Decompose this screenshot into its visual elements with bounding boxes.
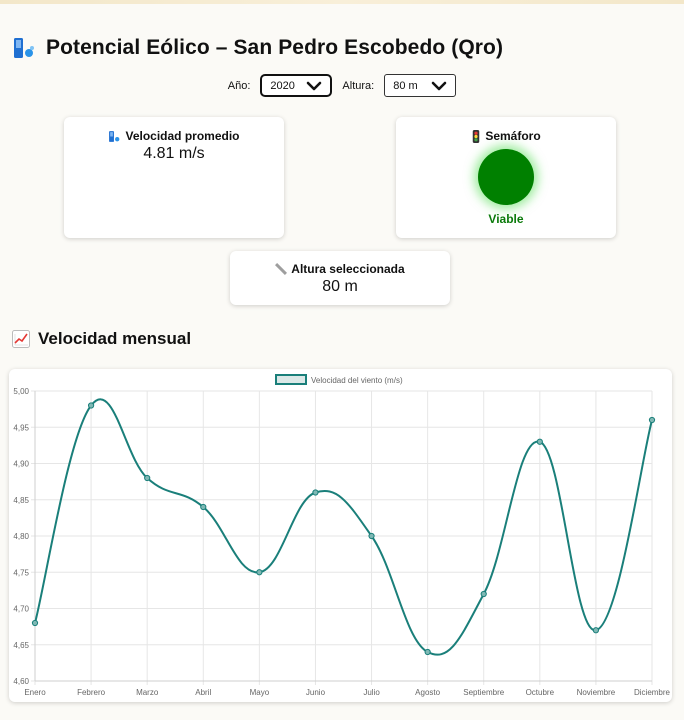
chevron-down-icon xyxy=(431,81,447,90)
avg-speed-value: 4.81 m/s xyxy=(143,145,205,162)
y-tick-label: 4,75 xyxy=(13,568,29,577)
section-title: Velocidad mensual xyxy=(38,329,192,348)
section-header: Velocidad mensual xyxy=(12,329,191,349)
chevron-down-icon xyxy=(307,81,322,90)
x-tick-label: Noviembre xyxy=(577,688,616,697)
traffic-light-icon xyxy=(473,129,480,143)
height-card-title: Altura seleccionada xyxy=(291,262,405,276)
avg-speed-title: Velocidad promedio xyxy=(125,129,240,143)
data-point xyxy=(256,569,263,576)
y-tick-label: 5,00 xyxy=(13,387,29,396)
page-title: Potencial Eólico – San Pedro Escobedo (Q… xyxy=(46,36,504,59)
x-tick-label: Mayo xyxy=(250,688,270,697)
y-tick-label: 4,65 xyxy=(13,641,29,650)
height-select[interactable]: 80 m xyxy=(384,74,457,97)
data-point xyxy=(424,648,431,656)
y-tick-label: 4,95 xyxy=(13,423,29,432)
data-point xyxy=(592,627,600,634)
chart-card: 5,00 4,95 4,90 4,85 4,80 4,75 4,70 4,65 4,60 Ener… xyxy=(9,369,672,702)
height-card: Altura seleccionada 80 m xyxy=(230,251,450,305)
x-tick-label: Octubre xyxy=(526,688,555,697)
legend-label: Velocidad del viento (m/s) xyxy=(311,376,403,385)
data-point xyxy=(31,619,39,627)
x-tick-label: Abril xyxy=(195,688,211,697)
x-tick-label: Marzo xyxy=(136,688,159,697)
wind-icon xyxy=(109,130,120,142)
semaforo-title: Semáforo xyxy=(485,129,541,143)
wind-icon xyxy=(12,36,36,60)
top-strip xyxy=(0,0,684,4)
x-tick-label: Diciembre xyxy=(634,688,671,697)
chart-increasing-icon xyxy=(12,330,30,348)
legend-swatch xyxy=(275,374,307,385)
year-select-value: 2020 xyxy=(270,79,295,92)
height-label: Altura: xyxy=(342,79,375,92)
x-tick-label: Agosto xyxy=(415,688,440,697)
semaforo-card: Semáforo Viable xyxy=(396,117,616,238)
data-point xyxy=(368,532,375,540)
x-tick-label: Julio xyxy=(363,688,380,697)
wind-speed-chart: 5,00 4,95 4,90 4,85 4,80 4,75 4,70 4,65 4,60 Ener… xyxy=(13,374,671,697)
y-tick-label: 4,80 xyxy=(13,532,29,541)
series-line xyxy=(34,398,653,656)
height-select-value: 80 m xyxy=(393,79,418,92)
status-badge: Viable xyxy=(488,212,524,226)
year-select[interactable]: 2020 xyxy=(260,74,333,97)
page-header: Potencial Eólico – San Pedro Escobedo (Q… xyxy=(12,34,503,62)
data-point xyxy=(312,489,319,496)
y-tick-label: 4,90 xyxy=(13,460,29,469)
y-tick-label: 4,60 xyxy=(13,677,29,686)
filter-controls: Año: 2020 Altura: 80 m xyxy=(0,74,684,97)
ruler-icon xyxy=(275,263,288,275)
data-point xyxy=(200,503,207,511)
y-tick-label: 4,85 xyxy=(13,496,29,505)
height-card-value: 80 m xyxy=(322,278,358,295)
x-tick-label: Febrero xyxy=(77,688,106,697)
data-point xyxy=(87,402,95,409)
x-tick-label: Junio xyxy=(306,688,326,697)
data-point xyxy=(536,438,543,445)
status-light xyxy=(478,149,534,205)
x-tick-label: Septiembre xyxy=(463,688,504,697)
avg-speed-card: Velocidad promedio 4.81 m/s xyxy=(64,117,284,238)
year-label: Año: xyxy=(227,79,251,92)
x-tick-label: Enero xyxy=(24,688,46,697)
data-point xyxy=(480,590,487,598)
y-tick-label: 4,70 xyxy=(13,605,29,614)
data-point xyxy=(648,416,656,424)
data-point xyxy=(144,474,151,482)
